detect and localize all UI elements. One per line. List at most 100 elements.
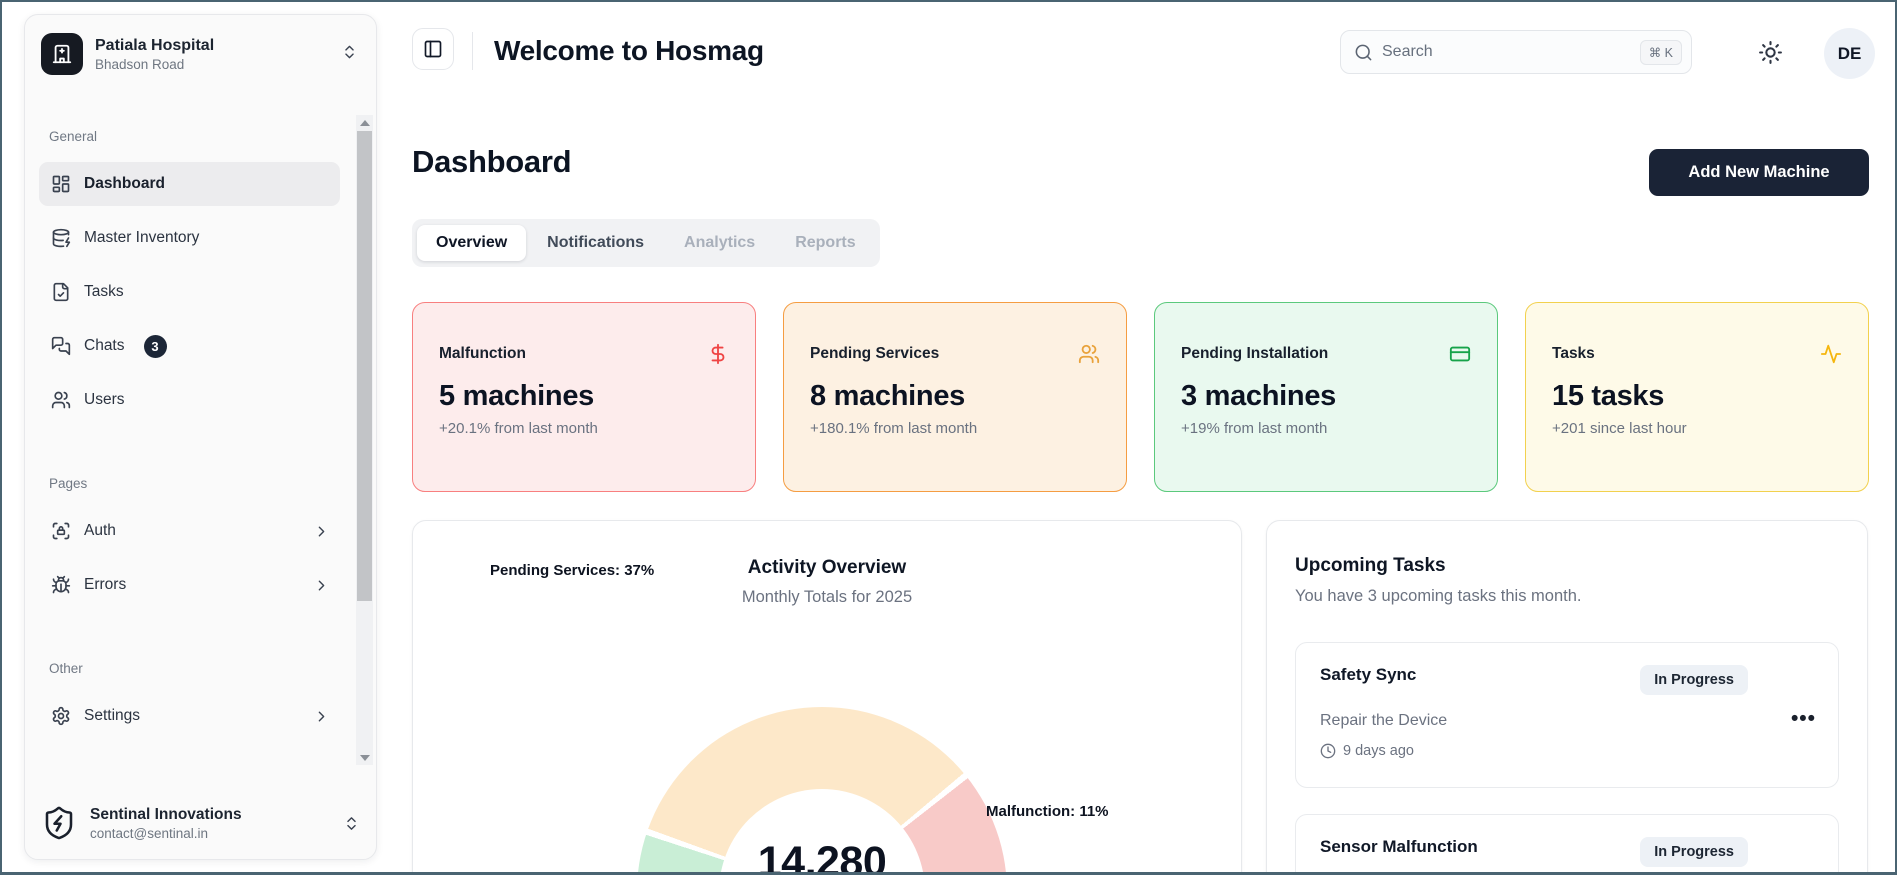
search-icon (1354, 43, 1373, 62)
stat-change: +20.1% from last month (439, 420, 729, 437)
stat-value: 8 machines (810, 380, 1100, 413)
task-time: 9 days ago (1343, 743, 1414, 759)
section-label-other: Other (49, 661, 330, 676)
theme-toggle-button[interactable] (1758, 40, 1783, 65)
add-new-machine-button[interactable]: Add New Machine (1649, 149, 1869, 196)
users-icon (1078, 343, 1100, 365)
stat-change: +19% from last month (1181, 420, 1471, 437)
section-label-pages: Pages (49, 476, 330, 491)
chats-count-badge: 3 (144, 335, 167, 358)
upcoming-tasks-card: Upcoming Tasks You have 3 upcoming tasks… (1266, 520, 1868, 875)
task-menu-button[interactable]: ••• (1791, 707, 1816, 731)
search-shortcut-hint: ⌘ K (1640, 40, 1682, 65)
bug-icon (51, 575, 71, 595)
stat-title: Pending Installation (1181, 345, 1328, 363)
scroll-up-arrow[interactable] (356, 115, 373, 130)
sidebar-item-label: Master Inventory (84, 229, 199, 247)
slice-label-pending-services: Pending Services: 37% (490, 562, 654, 579)
messages-square-icon (51, 336, 71, 356)
file-check-icon (51, 282, 71, 302)
task-name: Sensor Malfunction (1320, 837, 1478, 857)
sidebar-scrollbar[interactable] (356, 115, 373, 765)
scrollbar-thumb[interactable] (357, 131, 372, 601)
dollar-sign-icon (707, 343, 729, 365)
sidebar-item-label: Users (84, 391, 124, 409)
sidebar: Patiala Hospital Bhadson Road General Da… (24, 14, 377, 860)
credit-card-icon (1449, 343, 1471, 365)
sidebar-item-master-inventory[interactable]: Master Inventory (39, 216, 340, 260)
sidebar-item-label: Chats (84, 337, 125, 355)
sidebar-item-label: Settings (84, 707, 140, 725)
panel-left-icon (423, 39, 443, 59)
user-avatar[interactable]: DE (1824, 28, 1875, 79)
upcoming-tasks-title: Upcoming Tasks (1295, 555, 1839, 577)
org-switcher[interactable]: Patiala Hospital Bhadson Road (25, 15, 376, 89)
stat-value: 5 machines (439, 380, 729, 413)
sidebar-item-auth[interactable]: Auth (39, 509, 340, 553)
stat-value: 15 tasks (1552, 380, 1842, 413)
stat-card-malfunction: Malfunction 5 machines +20.1% from last … (412, 302, 756, 492)
layout-dashboard-icon (51, 174, 71, 194)
activity-icon (1820, 343, 1842, 365)
org-name: Patiala Hospital (95, 37, 214, 55)
page-title: Dashboard (412, 144, 571, 180)
task-item-sensor-malfunction[interactable]: Sensor Malfunction In Progress (1295, 814, 1839, 875)
chart-subtitle: Monthly Totals for 2025 (413, 588, 1241, 607)
shield-zap-icon (41, 805, 77, 841)
tab-notifications[interactable]: Notifications (528, 225, 663, 261)
sidebar-item-label: Tasks (84, 283, 124, 301)
search-bar[interactable]: ⌘ K (1340, 30, 1692, 74)
search-input[interactable] (1382, 43, 1631, 61)
sidebar-item-errors[interactable]: Errors (39, 563, 340, 607)
org-subtitle: Bhadson Road (95, 57, 214, 72)
stat-title: Malfunction (439, 345, 526, 363)
sidebar-toggle-button[interactable] (412, 28, 454, 70)
topbar-divider (472, 32, 473, 70)
dashboard-tabs: Overview Notifications Analytics Reports (412, 219, 880, 267)
task-item-safety-sync[interactable]: Safety Sync In Progress Repair the Devic… (1295, 642, 1839, 788)
section-label-general: General (49, 129, 330, 144)
chevrons-up-down-icon (341, 44, 358, 61)
donut-center-total: 14,280 (637, 838, 1007, 875)
stat-change: +180.1% from last month (810, 420, 1100, 437)
slice-label-malfunction: Malfunction: 11% (986, 803, 1109, 820)
sidebar-nav: General Dashboard Master Inve (25, 103, 352, 773)
sidebar-item-tasks[interactable]: Tasks (39, 270, 340, 314)
clock-icon (1320, 743, 1336, 759)
task-name: Safety Sync (1320, 665, 1416, 685)
stat-cards-row: Malfunction 5 machines +20.1% from last … (412, 302, 1869, 492)
stat-card-pending-services: Pending Services 8 machines +180.1% from… (783, 302, 1127, 492)
database-zap-icon (51, 228, 71, 248)
scroll-down-arrow[interactable] (356, 750, 373, 765)
stat-change: +201 since last hour (1552, 420, 1842, 437)
hospital-icon (51, 43, 73, 65)
sidebar-item-users[interactable]: Users (39, 378, 340, 422)
sidebar-item-settings[interactable]: Settings (39, 694, 340, 738)
sidebar-item-label: Dashboard (84, 175, 165, 193)
workspace-switcher[interactable]: Sentinal Innovations contact@sentinal.in (25, 787, 376, 859)
gear-icon (51, 706, 71, 726)
task-status-badge: In Progress (1640, 837, 1748, 867)
stat-title: Tasks (1552, 345, 1595, 363)
page-welcome-title: Welcome to Hosmag (494, 35, 764, 67)
tab-reports[interactable]: Reports (776, 225, 874, 261)
stat-value: 3 machines (1181, 380, 1471, 413)
stat-card-tasks: Tasks 15 tasks +201 since last hour (1525, 302, 1869, 492)
sidebar-item-chats[interactable]: Chats 3 (39, 324, 340, 368)
scan-lock-icon (51, 521, 71, 541)
workspace-email: contact@sentinal.in (90, 826, 242, 841)
workspace-name: Sentinal Innovations (90, 806, 242, 824)
users-icon (51, 390, 71, 410)
sidebar-item-dashboard[interactable]: Dashboard (39, 162, 340, 206)
task-description: Repair the Device (1320, 712, 1814, 730)
chevron-right-icon (313, 523, 330, 540)
tab-analytics[interactable]: Analytics (665, 225, 774, 261)
stat-title: Pending Services (810, 345, 939, 363)
sidebar-item-label: Auth (84, 522, 116, 540)
tab-overview[interactable]: Overview (417, 225, 526, 261)
stat-card-pending-installation: Pending Installation 3 machines +19% fro… (1154, 302, 1498, 492)
chevrons-up-down-icon (343, 815, 360, 832)
task-status-badge: In Progress (1640, 665, 1748, 695)
upcoming-tasks-subtitle: You have 3 upcoming tasks this month. (1295, 587, 1839, 606)
chevron-right-icon (313, 577, 330, 594)
